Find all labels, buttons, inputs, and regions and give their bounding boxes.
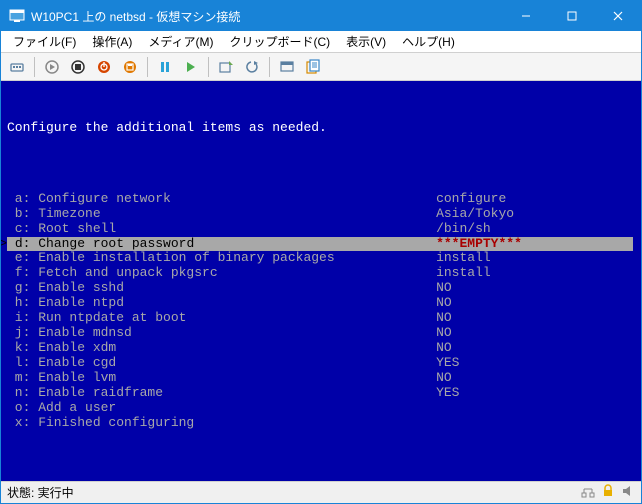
- config-item-l[interactable]: l: Enable cgdYES: [7, 356, 633, 371]
- config-item-value: YES: [436, 386, 633, 401]
- config-item-label: k: Enable xdm: [7, 341, 436, 356]
- config-item-m[interactable]: m: Enable lvmNO: [7, 371, 633, 386]
- toolbar-separator: [147, 57, 148, 77]
- config-item-j[interactable]: j: Enable mdnsdNO: [7, 326, 633, 341]
- menu-bar: ファイル(F) 操作(A) メディア(M) クリップボード(C) 表示(V) ヘ…: [1, 31, 641, 53]
- config-item-x[interactable]: x: Finished configuring: [7, 416, 633, 431]
- app-icon: [9, 8, 25, 24]
- config-item-d[interactable]: d: Change root password***EMPTY***: [7, 237, 633, 252]
- config-item-value: install: [436, 266, 633, 281]
- config-item-value: NO: [436, 371, 633, 386]
- config-item-e[interactable]: e: Enable installation of binary package…: [7, 251, 633, 266]
- config-item-value: /bin/sh: [436, 222, 633, 237]
- terminal-header: Configure the additional items as needed…: [7, 121, 633, 136]
- config-item-label: g: Enable sshd: [7, 281, 436, 296]
- checkpoint-button[interactable]: [214, 55, 238, 79]
- lock-icon: [601, 484, 615, 501]
- menu-help[interactable]: ヘルプ(H): [394, 31, 463, 52]
- config-item-value: NO: [436, 281, 633, 296]
- maximize-button[interactable]: [549, 1, 595, 31]
- config-item-value: NO: [436, 311, 633, 326]
- config-item-value: ***EMPTY***: [436, 237, 633, 252]
- config-item-o[interactable]: o: Add a user: [7, 401, 633, 416]
- config-item-label: m: Enable lvm: [7, 371, 436, 386]
- minimize-button[interactable]: [503, 1, 549, 31]
- config-item-label: l: Enable cgd: [7, 356, 436, 371]
- config-item-label: n: Enable raidframe: [7, 386, 436, 401]
- ctrl-alt-del-button[interactable]: [5, 55, 29, 79]
- config-item-g[interactable]: g: Enable sshdNO: [7, 281, 633, 296]
- config-item-a[interactable]: a: Configure networkconfigure: [7, 192, 633, 207]
- menu-view[interactable]: 表示(V): [338, 31, 394, 52]
- config-item-value: NO: [436, 296, 633, 311]
- config-item-label: x: Finished configuring: [7, 416, 436, 431]
- speaker-icon: [621, 484, 635, 501]
- config-item-b[interactable]: b: TimezoneAsia/Tokyo: [7, 207, 633, 222]
- reset-button[interactable]: [179, 55, 203, 79]
- config-item-label: a: Configure network: [7, 192, 436, 207]
- config-item-i[interactable]: i: Run ntpdate at bootNO: [7, 311, 633, 326]
- config-item-label: f: Fetch and unpack pkgsrc: [7, 266, 436, 281]
- config-item-f[interactable]: f: Fetch and unpack pkgsrcinstall: [7, 266, 633, 281]
- toolbar-separator: [208, 57, 209, 77]
- enhanced-session-button[interactable]: [275, 55, 299, 79]
- config-item-value: [436, 416, 633, 431]
- status-bar: 状態: 実行中: [1, 481, 641, 503]
- config-item-value: configure: [436, 192, 633, 207]
- menu-clipboard[interactable]: クリップボード(C): [221, 31, 338, 52]
- share-button[interactable]: [301, 55, 325, 79]
- turnoff-button[interactable]: [66, 55, 90, 79]
- toolbar-separator: [34, 57, 35, 77]
- tool-bar: [1, 53, 641, 81]
- title-bar: W10PC1 上の netbsd - 仮想マシン接続: [1, 1, 641, 31]
- config-item-value: YES: [436, 356, 633, 371]
- close-button[interactable]: [595, 1, 641, 31]
- config-item-value: NO: [436, 341, 633, 356]
- config-item-value: NO: [436, 326, 633, 341]
- config-item-label: b: Timezone: [7, 207, 436, 222]
- config-item-k[interactable]: k: Enable xdmNO: [7, 341, 633, 356]
- menu-file[interactable]: ファイル(F): [5, 31, 84, 52]
- config-item-h[interactable]: h: Enable ntpdNO: [7, 296, 633, 311]
- config-item-value: install: [436, 251, 633, 266]
- config-item-label: i: Run ntpdate at boot: [7, 311, 436, 326]
- status-text: 状態: 実行中: [7, 484, 74, 501]
- window-title: W10PC1 上の netbsd - 仮想マシン接続: [31, 8, 503, 25]
- network-icon: [581, 484, 595, 501]
- terminal-screen[interactable]: Configure the additional items as needed…: [1, 81, 641, 481]
- config-item-label: j: Enable mdnsd: [7, 326, 436, 341]
- save-button[interactable]: [118, 55, 142, 79]
- config-item-label: c: Root shell: [7, 222, 436, 237]
- config-item-label: o: Add a user: [7, 401, 436, 416]
- config-item-label: e: Enable installation of binary package…: [7, 251, 436, 266]
- shutdown-button[interactable]: [92, 55, 116, 79]
- menu-action[interactable]: 操作(A): [84, 31, 140, 52]
- revert-button[interactable]: [240, 55, 264, 79]
- config-item-label: h: Enable ntpd: [7, 296, 436, 311]
- toolbar-separator: [269, 57, 270, 77]
- menu-media[interactable]: メディア(M): [140, 31, 221, 52]
- config-item-value: [436, 401, 633, 416]
- pause-button[interactable]: [153, 55, 177, 79]
- config-item-n[interactable]: n: Enable raidframeYES: [7, 386, 633, 401]
- start-button[interactable]: [40, 55, 64, 79]
- config-item-value: Asia/Tokyo: [436, 207, 633, 222]
- config-item-c[interactable]: c: Root shell/bin/sh: [7, 222, 633, 237]
- config-item-label: d: Change root password: [7, 237, 436, 252]
